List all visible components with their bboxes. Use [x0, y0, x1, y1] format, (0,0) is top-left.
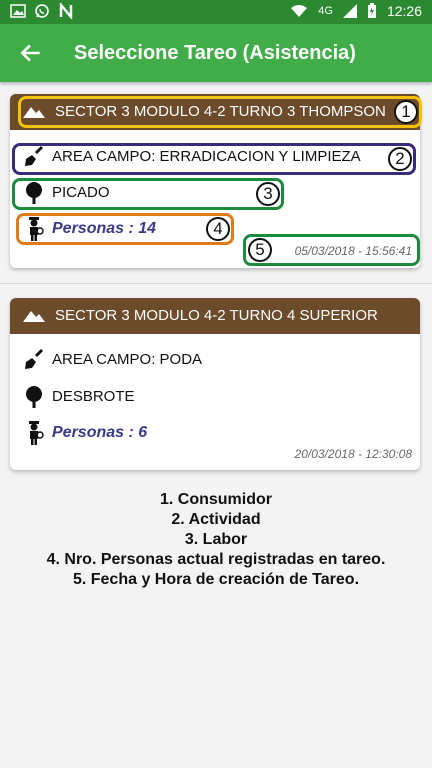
highlight-consumer: [18, 96, 422, 128]
tree-icon: [26, 386, 42, 408]
status-bar: 4G 12:26: [0, 0, 432, 24]
persons-count: Personas : 6: [52, 424, 148, 441]
legend-item: 3. Labor: [184, 531, 248, 548]
marker-3: 3: [256, 182, 280, 206]
highlight-activity: [12, 143, 416, 175]
network-type: 4G: [318, 5, 333, 17]
image-icon: [10, 4, 26, 18]
consumer-label: SECTOR 3 MODULO 4-2 TURNO 4 SUPERIOR: [55, 307, 378, 324]
signal-icon: [342, 4, 357, 18]
marker-1: 1: [394, 100, 418, 124]
card-header: SECTOR 3 MODULO 4-2 TURNO 4 SUPERIOR: [10, 298, 420, 334]
shovel-icon: [25, 348, 44, 369]
marker-4: 4: [206, 217, 230, 241]
clock: 12:26: [386, 3, 422, 19]
creation-datetime: 20/03/2018 - 12:30:08: [294, 447, 412, 461]
worker-icon: [29, 421, 44, 445]
highlight-labor: [12, 178, 284, 210]
activity-label: AREA CAMPO: PODA: [52, 351, 203, 368]
marker-2: 2: [388, 147, 412, 171]
legend-item: 1. Consumidor: [159, 491, 272, 508]
divider: [0, 283, 432, 284]
battery-icon: [367, 3, 376, 18]
legend-item: 4. Nro. Personas actual registradas en t…: [46, 551, 386, 568]
mountain-icon: [23, 311, 45, 322]
labor-label: DESBROTE: [52, 388, 135, 405]
app-bar: Seleccione Tareo (Asistencia): [0, 24, 432, 82]
marker-5: 5: [248, 238, 272, 262]
legend: 1. Consumidor 2. Actividad 3. Labor 4. N…: [0, 490, 432, 590]
screen-title: Seleccione Tareo (Asistencia): [74, 42, 356, 64]
legend-item: 2. Actividad: [171, 511, 261, 528]
tareo-card[interactable]: SECTOR 3 MODULO 4-2 TURNO 4 SUPERIOR ARE…: [10, 298, 420, 470]
whatsapp-icon: [35, 4, 49, 18]
n-icon: [59, 3, 73, 19]
legend-item: 5. Fecha y Hora de creación de Tareo.: [72, 571, 360, 588]
wifi-icon: [291, 5, 308, 17]
highlight-persons: [16, 213, 234, 245]
arrow-back-icon[interactable]: [18, 40, 44, 66]
